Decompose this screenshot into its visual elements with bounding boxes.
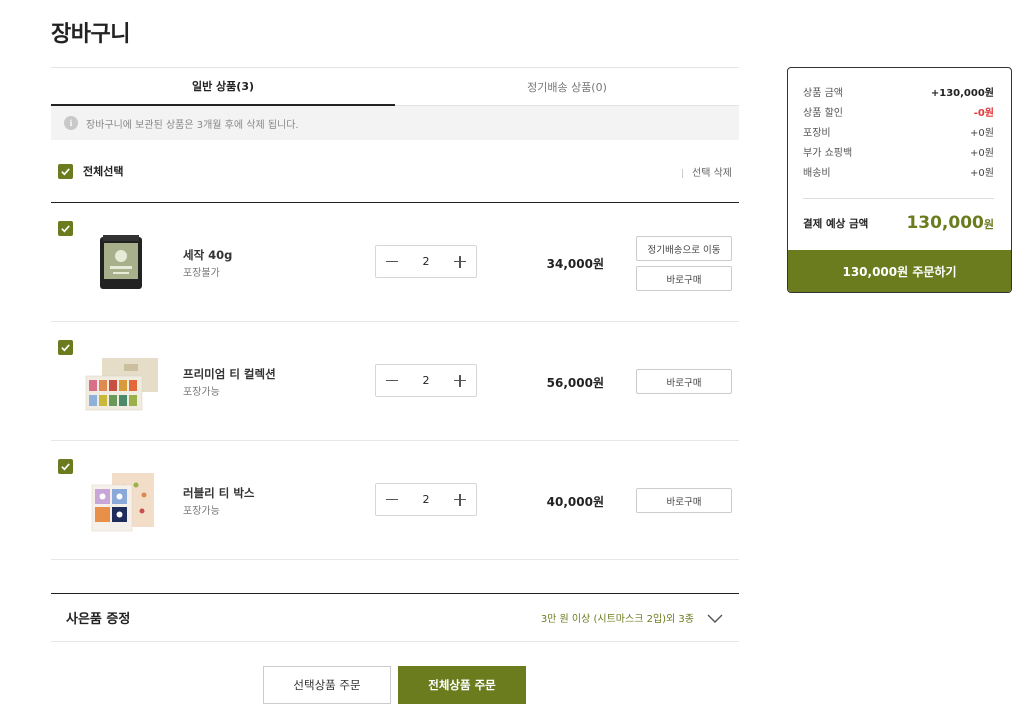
order-buttons: 선택상품 주문 전체상품 주문 bbox=[263, 666, 526, 704]
summary-value: -0원 bbox=[973, 107, 994, 119]
summary-row-discount: 상품 할인 -0원 bbox=[803, 101, 994, 121]
minus-icon[interactable] bbox=[385, 255, 399, 269]
select-all-checkbox[interactable] bbox=[58, 163, 73, 179]
order-selected-button[interactable]: 선택상품 주문 bbox=[263, 666, 391, 704]
gift-title: 사은품 증정 bbox=[66, 612, 131, 627]
page-title: 장바구니 bbox=[51, 22, 130, 47]
cart-item: 프리미엄 티 컬렉션 포장가능 2 56,000원 바로구매 bbox=[51, 322, 739, 441]
checkout-button[interactable]: 130,000원 주문하기 bbox=[788, 250, 1011, 292]
item-price: 40,000원 bbox=[546, 495, 604, 509]
summary-label: 상품 할인 bbox=[803, 107, 843, 119]
item-name[interactable]: 러블리 티 박스 bbox=[183, 485, 255, 501]
summary-row-packaging: 포장비 +0원 bbox=[803, 121, 994, 141]
summary-row-product-amount: 상품 금액 +130,000원 bbox=[803, 81, 994, 101]
summary-row-shopping-bag: 부가 쇼핑백 +0원 bbox=[803, 141, 994, 161]
buy-now-button[interactable]: 바로구매 bbox=[636, 488, 732, 513]
item-price: 34,000원 bbox=[546, 257, 604, 271]
plus-icon[interactable] bbox=[453, 255, 467, 269]
summary-value: +0원 bbox=[970, 147, 994, 159]
quantity-stepper: 2 bbox=[375, 483, 477, 516]
buy-now-button[interactable]: 바로구매 bbox=[636, 266, 732, 291]
chevron-down-icon[interactable] bbox=[707, 610, 723, 626]
item-packaging: 포장가능 bbox=[183, 506, 220, 517]
minus-icon[interactable] bbox=[385, 374, 399, 388]
check-icon bbox=[61, 225, 70, 233]
item-packaging: 포장불가 bbox=[183, 268, 220, 279]
select-all-label: 전체선택 bbox=[83, 165, 124, 178]
item-packaging: 포장가능 bbox=[183, 387, 220, 398]
item-checkbox[interactable] bbox=[58, 340, 73, 355]
quantity-stepper: 2 bbox=[375, 364, 477, 397]
item-price: 56,000원 bbox=[546, 376, 604, 390]
summary-label: 포장비 bbox=[803, 127, 831, 139]
plus-icon[interactable] bbox=[453, 493, 467, 507]
summary-value: +130,000원 bbox=[930, 87, 994, 99]
order-summary: 상품 금액 +130,000원 상품 할인 -0원 포장비 +0원 부가 쇼핑백… bbox=[787, 67, 1012, 293]
total-amount: 130,000원 bbox=[906, 213, 994, 233]
summary-row-shipping: 배송비 +0원 bbox=[803, 161, 994, 181]
quantity-value[interactable]: 2 bbox=[423, 374, 430, 387]
summary-label: 상품 금액 bbox=[803, 87, 843, 99]
item-name[interactable]: 프리미엄 티 컬렉션 bbox=[183, 366, 276, 382]
item-checkbox[interactable] bbox=[58, 221, 73, 236]
cart-tabs: 일반 상품(3) 정기배송 상품(0) bbox=[51, 67, 739, 106]
quantity-value[interactable]: 2 bbox=[423, 255, 430, 268]
summary-value: +0원 bbox=[970, 127, 994, 139]
total-number: 130,000 bbox=[906, 213, 984, 233]
minus-icon[interactable] bbox=[385, 493, 399, 507]
product-image[interactable] bbox=[84, 227, 160, 297]
check-icon bbox=[61, 167, 70, 175]
summary-label: 부가 쇼핑백 bbox=[803, 147, 853, 159]
item-name[interactable]: 세작 40g bbox=[183, 247, 232, 263]
summary-total: 결제 예상 금액 130,000원 bbox=[788, 199, 1011, 247]
gift-description: 3만 원 이상 (시트마스크 2입)외 3종 bbox=[540, 614, 694, 625]
summary-rows: 상품 금액 +130,000원 상품 할인 -0원 포장비 +0원 부가 쇼핑백… bbox=[788, 68, 1011, 181]
quantity-value[interactable]: 2 bbox=[423, 493, 430, 506]
summary-label: 배송비 bbox=[803, 167, 831, 179]
summary-value: +0원 bbox=[970, 167, 994, 179]
quantity-stepper: 2 bbox=[375, 245, 477, 278]
cart-item: 러블리 티 박스 포장가능 2 40,000원 바로구매 bbox=[51, 441, 739, 560]
select-all[interactable]: 전체선택 bbox=[58, 163, 123, 179]
buy-now-button[interactable]: 바로구매 bbox=[636, 369, 732, 394]
notice-bar: i 장바구니에 보관된 상품은 3개월 후에 삭제 됩니다. bbox=[51, 106, 739, 140]
order-all-button[interactable]: 전체상품 주문 bbox=[398, 666, 526, 704]
check-icon bbox=[61, 344, 70, 352]
delete-selected-button[interactable]: 선택 삭제 bbox=[682, 164, 732, 179]
check-icon bbox=[61, 463, 70, 471]
select-bar: 전체선택 선택 삭제 bbox=[51, 140, 739, 203]
cart-item: 세작 40g 포장불가 2 34,000원 정기배송으로 이동 바로구매 bbox=[51, 203, 739, 322]
product-image[interactable] bbox=[84, 465, 160, 535]
total-label: 결제 예상 금액 bbox=[803, 217, 869, 230]
product-image[interactable] bbox=[84, 346, 160, 416]
move-to-subscription-button[interactable]: 정기배송으로 이동 bbox=[636, 236, 732, 261]
gift-section[interactable]: 사은품 증정 3만 원 이상 (시트마스크 2입)외 3종 bbox=[51, 593, 739, 642]
tab-general[interactable]: 일반 상품(3) bbox=[51, 68, 395, 106]
info-icon: i bbox=[64, 116, 78, 130]
notice-text: 장바구니에 보관된 상품은 3개월 후에 삭제 됩니다. bbox=[86, 119, 299, 131]
tab-subscription[interactable]: 정기배송 상품(0) bbox=[395, 68, 739, 105]
plus-icon[interactable] bbox=[453, 374, 467, 388]
cart-main: 일반 상품(3) 정기배송 상품(0) i 장바구니에 보관된 상품은 3개월 … bbox=[51, 67, 739, 642]
item-checkbox[interactable] bbox=[58, 459, 73, 474]
total-unit: 원 bbox=[983, 218, 994, 231]
